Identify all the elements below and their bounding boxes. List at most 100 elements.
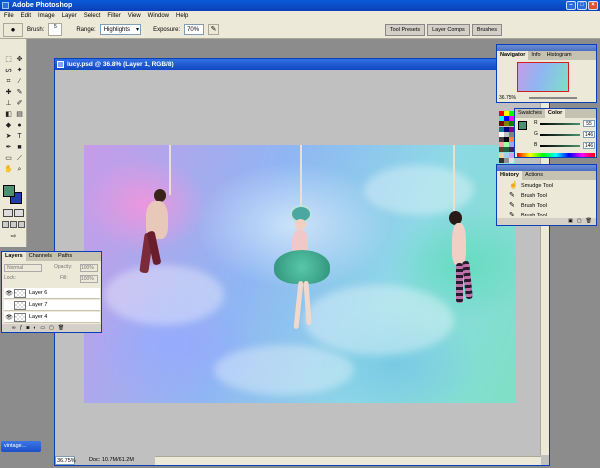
lasso-tool-icon[interactable]: ᔕ	[3, 66, 14, 75]
g-value[interactable]: 146	[583, 131, 595, 138]
trash-icon[interactable]: 🗑	[586, 218, 592, 225]
b-slider[interactable]	[540, 145, 580, 147]
screen-mode-full[interactable]	[18, 221, 25, 228]
new-snapshot-icon[interactable]: ▣	[568, 218, 573, 225]
minimize-button[interactable]: –	[566, 1, 576, 10]
tab-history[interactable]: History	[497, 171, 522, 180]
tab-navigator[interactable]: Navigator	[497, 51, 529, 60]
type-tool-icon[interactable]: T	[14, 132, 25, 141]
menu-edit[interactable]: Edit	[21, 11, 31, 21]
tab-channels[interactable]: Channels	[26, 252, 55, 261]
b-value[interactable]: 146	[583, 142, 595, 149]
airbrush-toggle[interactable]: ✎	[208, 24, 220, 35]
color-fg-swatch[interactable]	[518, 121, 527, 130]
palette-tab-tool-presets[interactable]: Tool Presets	[384, 24, 426, 36]
menu-help[interactable]: Help	[176, 11, 188, 21]
imageready-jump-icon[interactable]: ⇨	[8, 232, 19, 241]
eye-icon[interactable]: 👁	[4, 290, 14, 297]
healing-brush-icon[interactable]: ✚	[3, 88, 14, 97]
magic-wand-icon[interactable]: ✦	[14, 66, 25, 75]
new-layer-icon[interactable]: ▢	[49, 324, 54, 332]
color-ramp[interactable]	[517, 153, 595, 157]
menu-filter[interactable]: Filter	[107, 11, 120, 21]
tab-histogram[interactable]: Histogram	[544, 51, 575, 60]
brush-tool-icon[interactable]: ✎	[14, 88, 25, 97]
screen-mode-standard[interactable]	[2, 221, 9, 228]
gradient-tool-icon[interactable]: ▤	[14, 110, 25, 119]
menu-image[interactable]: Image	[38, 11, 55, 21]
range-select[interactable]: Highlights	[99, 24, 142, 35]
menu-view[interactable]: View	[128, 11, 141, 21]
exposure-input[interactable]: 70%	[184, 24, 205, 35]
tab-info[interactable]: Info	[528, 51, 543, 60]
layer-mask-icon[interactable]: ◙	[26, 324, 29, 332]
menu-window[interactable]: Window	[148, 11, 169, 21]
maximize-button[interactable]: □	[577, 1, 587, 10]
opacity-input[interactable]: 100%	[80, 264, 98, 272]
tab-layers[interactable]: Layers	[2, 252, 26, 261]
tab-actions[interactable]: Actions	[522, 171, 546, 180]
path-select-icon[interactable]: ➤	[3, 132, 14, 141]
close-button[interactable]: ×	[588, 1, 598, 10]
image-canvas[interactable]	[84, 145, 516, 403]
quick-mask-button[interactable]	[14, 209, 24, 217]
dodge-tool-icon[interactable]: ●	[14, 121, 25, 130]
tool-preset-picker[interactable]: ●	[3, 22, 23, 37]
history-item[interactable]: ✎ Brush Tool	[509, 191, 584, 201]
r-value[interactable]: 55	[583, 120, 595, 127]
history-item[interactable]: ✎ Brush Tool	[509, 201, 584, 211]
shape-tool-icon[interactable]: ■	[14, 143, 25, 152]
brush-picker[interactable]: 5	[48, 23, 63, 36]
tab-swatches[interactable]: Swatches	[515, 109, 545, 118]
notes-tool-icon[interactable]: ▭	[3, 154, 14, 163]
history-brush-icon[interactable]: ✐	[14, 99, 25, 108]
eyedropper-icon[interactable]: ⟋	[14, 154, 25, 163]
swatches-strip[interactable]	[499, 111, 514, 163]
palette-tab-brushes[interactable]: Brushes	[471, 24, 502, 36]
menu-select[interactable]: Select	[84, 11, 101, 21]
new-group-icon[interactable]: ▭	[40, 324, 45, 332]
standard-mode-button[interactable]	[3, 209, 13, 217]
layer-row[interactable]: 👁 Layer 4	[4, 312, 100, 323]
screen-mode-full-menu[interactable]	[10, 221, 17, 228]
menu-file[interactable]: File	[4, 11, 14, 21]
history-item[interactable]: ✎ Brush Tool	[509, 211, 584, 216]
hand-tool-icon[interactable]: ✋	[3, 165, 14, 174]
marquee-tool-icon[interactable]: ⬚	[3, 55, 14, 64]
crop-tool-icon[interactable]: ⌗	[3, 77, 14, 86]
navigator-zoom[interactable]: 36.75%	[499, 95, 516, 101]
tab-color[interactable]: Color	[544, 109, 566, 118]
r-slider[interactable]	[540, 123, 580, 125]
eye-icon[interactable]: 👁	[4, 314, 14, 321]
trash-icon[interactable]: 🗑	[58, 324, 64, 332]
menu-layer[interactable]: Layer	[62, 11, 77, 21]
layer-row[interactable]: 👁 Layer 6	[4, 288, 100, 299]
foreground-color-swatch[interactable]	[3, 185, 15, 197]
layer-row[interactable]: Layer 7	[4, 300, 100, 311]
new-document-icon[interactable]: ▢	[577, 218, 582, 225]
adjustment-layer-icon[interactable]: ◐	[33, 324, 36, 332]
move-tool-icon[interactable]: ✥	[14, 55, 25, 64]
g-slider[interactable]	[540, 134, 580, 136]
eraser-tool-icon[interactable]: ◧	[3, 110, 14, 119]
pen-tool-icon[interactable]: ✒	[3, 143, 14, 152]
zoom-tool-icon[interactable]: ⌕	[14, 165, 25, 174]
blend-mode-select[interactable]: Normal	[4, 264, 42, 272]
clone-stamp-icon[interactable]: ⊥	[3, 99, 14, 108]
minimized-document[interactable]: vintage...	[1, 441, 41, 452]
canvas-area[interactable]	[55, 70, 541, 455]
document-title-bar[interactable]: lucy.psd @ 36.8% (Layer 1, RGB/8)	[55, 59, 549, 70]
doc-size-info[interactable]: Doc: 10.7M/61.2M	[75, 456, 134, 465]
zoom-field[interactable]: 36.75%	[55, 456, 76, 465]
horizontal-scrollbar[interactable]	[155, 456, 541, 465]
fill-input[interactable]: 100%	[80, 275, 98, 283]
layer-style-icon[interactable]: ƒ	[20, 324, 23, 332]
palette-tab-layer-comps[interactable]: Layer Comps	[427, 24, 470, 36]
slice-tool-icon[interactable]: ∕	[14, 77, 25, 86]
navigator-zoom-slider[interactable]	[529, 97, 577, 99]
navigator-thumbnail[interactable]	[517, 62, 569, 92]
history-item[interactable]: ☝ Smudge Tool	[509, 181, 584, 191]
blur-tool-icon[interactable]: ◆	[3, 121, 14, 130]
tab-paths[interactable]: Paths	[55, 252, 75, 261]
link-icon[interactable]: ∞	[12, 324, 16, 332]
